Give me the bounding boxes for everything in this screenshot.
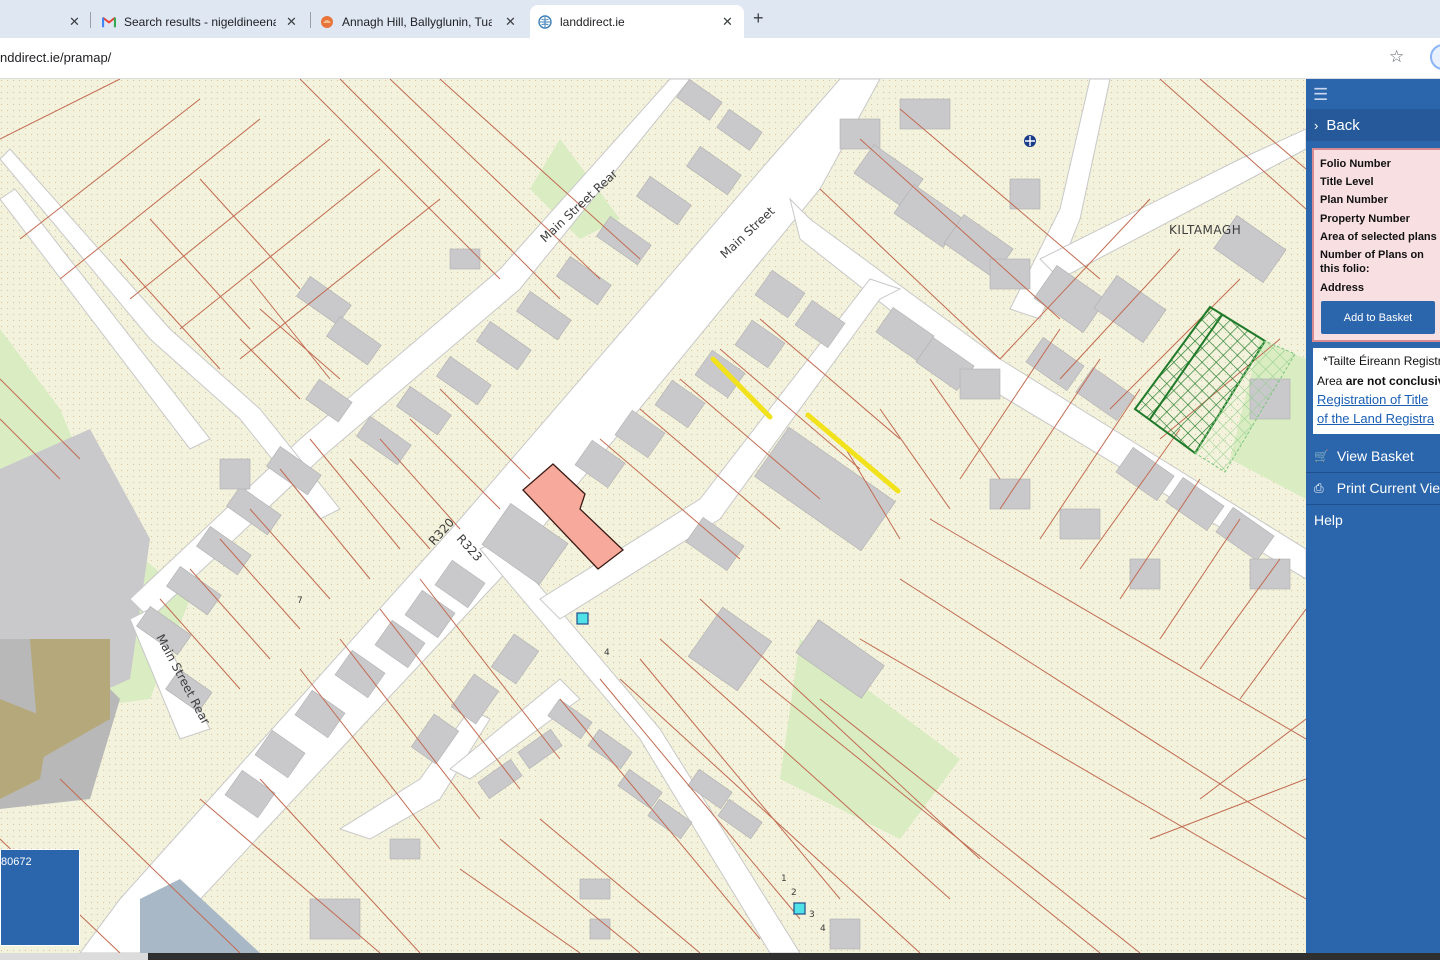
- notice-line2-bold: are not conclusiv: [1345, 374, 1440, 388]
- url-field[interactable]: nddirect.ie/pramap/: [0, 50, 111, 65]
- label-number: 4: [820, 924, 826, 934]
- print-view-label: Print Current Vie: [1336, 480, 1440, 496]
- cart-icon: 🛒: [1314, 449, 1329, 463]
- label-number: 3: [809, 910, 815, 920]
- tab-title: Annagh Hill, Ballyglunin, Tuam,: [342, 14, 492, 29]
- back-label: Back: [1326, 116, 1360, 134]
- registration-link[interactable]: Registration of Title: [1317, 392, 1428, 407]
- tab-close-icon[interactable]: ✕: [722, 14, 733, 30]
- field-title-level: Title Level: [1320, 176, 1374, 188]
- chevron-right-icon: ›: [1314, 117, 1319, 133]
- bottom-strip: [0, 953, 1440, 960]
- field-property-number: Property Number: [1320, 213, 1410, 225]
- disclaimer-notice: *Tailte Éireann Registra Area are not co…: [1312, 347, 1440, 435]
- field-area-selected: Area of selected plans: [1320, 231, 1437, 243]
- field-plan-number: Plan Number: [1320, 194, 1388, 206]
- tab-annagh-hill[interactable]: Annagh Hill, Ballyglunin, Tuam, ✕: [312, 5, 528, 38]
- view-basket-button[interactable]: 🛒 View Basket: [1306, 440, 1440, 473]
- tab-landdirect[interactable]: landdirect.ie ✕: [530, 5, 744, 38]
- notice-line2-prefix: Area: [1317, 374, 1346, 388]
- map-marker[interactable]: [793, 902, 806, 915]
- help-button[interactable]: Help: [1306, 504, 1440, 536]
- label-number: 7: [297, 596, 303, 606]
- print-view-button[interactable]: ⎙ Print Current Vie: [1306, 472, 1440, 505]
- help-label: Help: [1314, 512, 1343, 528]
- landdirect-icon: [538, 14, 552, 29]
- tab-search-results[interactable]: Search results - nigeldineenauc ✕: [92, 5, 308, 38]
- field-number-of-plans: Number of Plans on this folio:: [1320, 249, 1424, 275]
- bookmark-star-icon[interactable]: ☆: [1389, 47, 1404, 67]
- land-registry-link[interactable]: of the Land Registra: [1317, 411, 1434, 426]
- map-canvas[interactable]: Main Street Rear Main Street KILTAMAGH R…: [0, 79, 1306, 953]
- tab-title: landdirect.ie: [560, 14, 625, 29]
- label-number: 2: [791, 888, 797, 898]
- field-address: Address: [1320, 282, 1365, 294]
- church-icon: [1024, 135, 1036, 147]
- label-kiltamagh: KILTAMAGH: [1169, 223, 1241, 237]
- bottom-strip-light: [0, 953, 148, 960]
- tab-title: Search results - nigeldineenauc: [124, 14, 276, 29]
- tab-blank[interactable]: ✕: [0, 5, 88, 38]
- view-basket-label: View Basket: [1337, 448, 1414, 464]
- folio-number-text: 80672: [1, 856, 32, 868]
- tab-separator: [310, 12, 311, 28]
- back-button[interactable]: › Back: [1306, 109, 1440, 141]
- folio-info-box: Folio Number Title Level Plan Number Pro…: [1312, 148, 1440, 342]
- map-svg: Main Street Rear Main Street KILTAMAGH R…: [0, 79, 1306, 953]
- address-bar: nddirect.ie/pramap/ ☆: [0, 38, 1440, 79]
- notice-line2: Area are not conclusiv: [1317, 374, 1440, 388]
- notice-line1: *Tailte Éireann Registra: [1323, 354, 1440, 368]
- label-number: 4: [604, 648, 610, 658]
- new-tab-icon[interactable]: +: [753, 8, 764, 29]
- tab-close-icon[interactable]: ✕: [505, 14, 516, 30]
- add-to-basket-button[interactable]: Add to Basket: [1321, 301, 1435, 334]
- label-number: 1: [781, 874, 787, 884]
- browser-tab-strip: ✕ Search results - nigeldineenauc ✕ Anna…: [0, 0, 1440, 38]
- gmail-icon: [102, 16, 116, 27]
- map-marker[interactable]: [576, 612, 589, 625]
- field-folio-number: Folio Number: [1320, 158, 1391, 170]
- tab-separator: [90, 12, 91, 28]
- site-icon: [321, 15, 333, 28]
- side-panel: ☰ › Back Folio Number Title Level Plan N…: [1306, 79, 1440, 953]
- hamburger-menu-icon[interactable]: ☰: [1313, 85, 1328, 105]
- tab-close-icon[interactable]: ✕: [69, 14, 80, 30]
- tab-close-icon[interactable]: ✕: [286, 14, 297, 30]
- folio-overlay: 80672: [0, 849, 80, 946]
- print-icon: ⎙: [1314, 480, 1324, 495]
